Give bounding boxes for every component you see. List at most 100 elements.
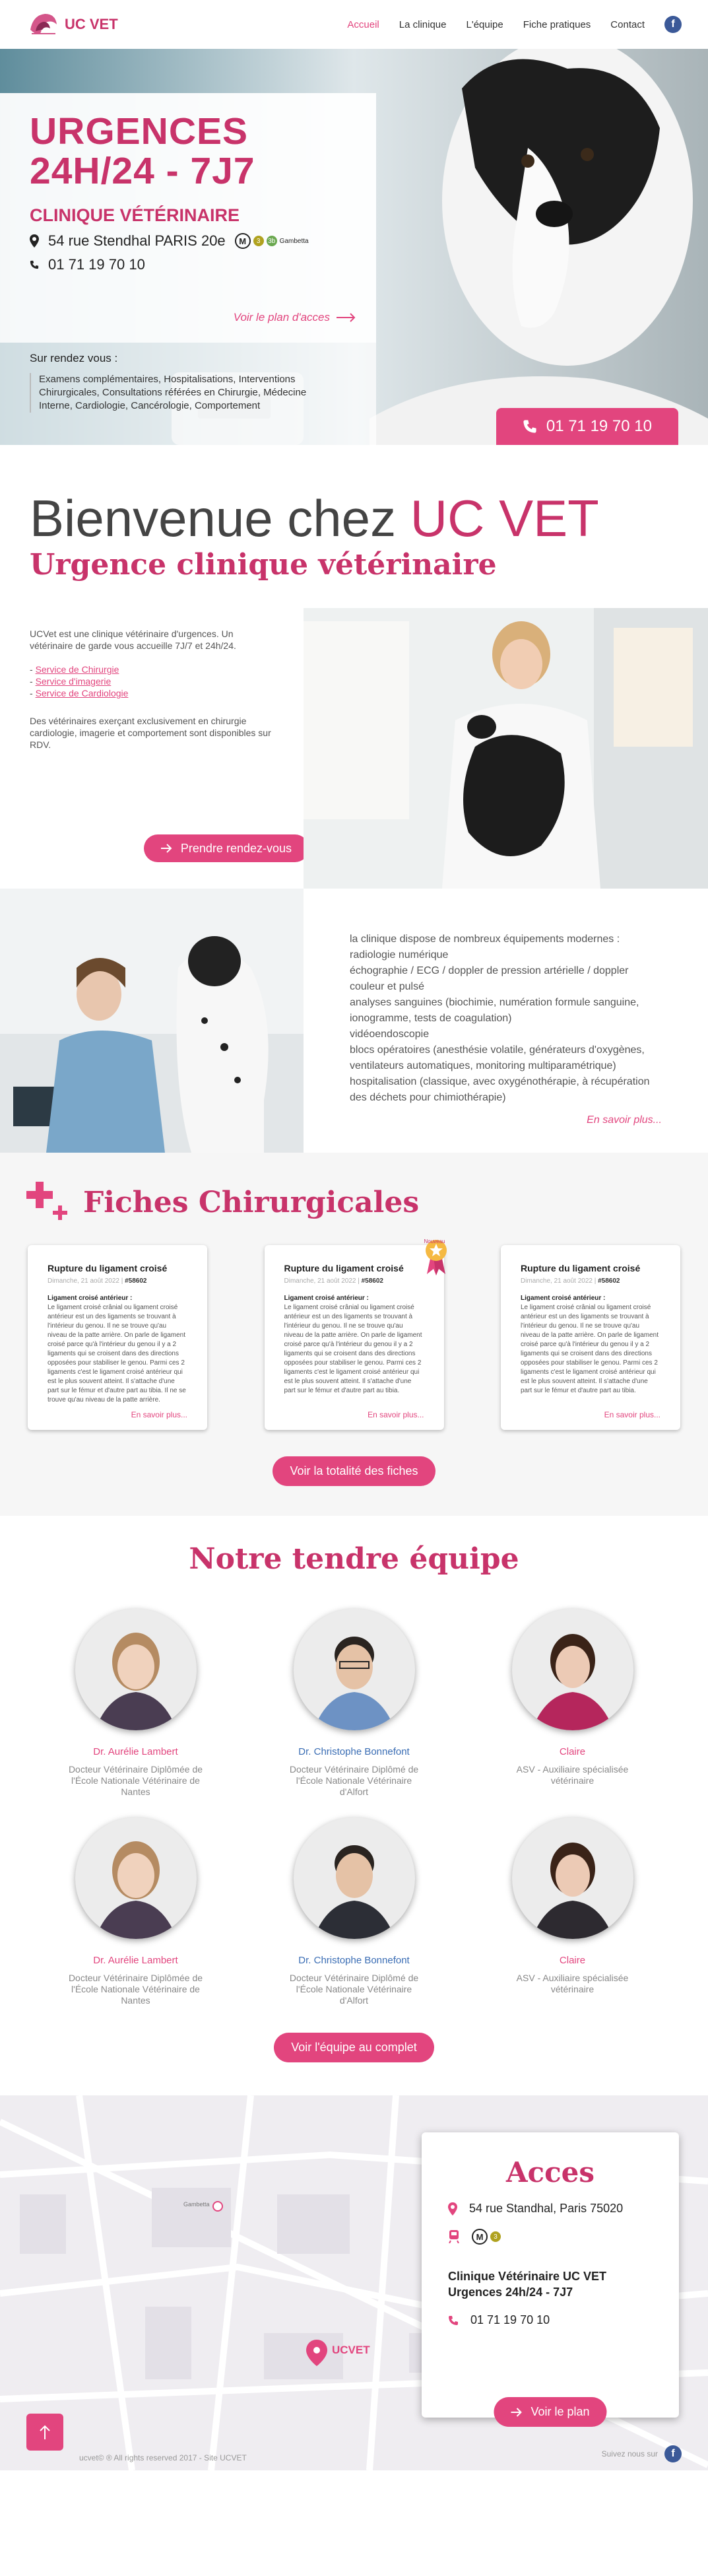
service-link-chirurgie[interactable]: Service de Chirurgie xyxy=(36,664,119,675)
plan-link[interactable]: Voir le plan d'acces xyxy=(234,311,356,324)
logo-icon xyxy=(30,14,57,34)
member-name: Dr. Aurélie Lambert xyxy=(93,1955,178,1966)
team-member[interactable]: Dr. Aurélie Lambert Docteur Vétérinaire … xyxy=(26,1817,245,2006)
fiche-subtitle: Ligament croisé antérieur : xyxy=(284,1295,369,1302)
equipment-line: vidéoendoscopie xyxy=(350,1029,430,1040)
hero-subtitle: CLINIQUE VÉTÉRINAIRE xyxy=(30,205,240,225)
phone-icon xyxy=(523,420,536,433)
intro-paragraph: UCVet est une clinique vétérinaire d'urg… xyxy=(30,628,236,651)
acces-phone-text[interactable]: 01 71 19 70 10 xyxy=(470,2313,550,2327)
welcome-section: Bienvenue chez UC VET Urgence clinique v… xyxy=(0,445,708,608)
arrow-right-icon xyxy=(337,313,356,322)
metro-line-3b: 3b xyxy=(266,236,277,246)
team-title: Notre tendre équipe xyxy=(189,1542,519,1576)
acces-card: Acces 54 rue Standhal, Paris 75020 M 3 C… xyxy=(422,2132,679,2427)
team-member[interactable]: Dr. Christophe Bonnefont Docteur Vétérin… xyxy=(245,1817,463,2006)
fiche-more-link[interactable]: En savoir plus... xyxy=(368,1410,424,1419)
footer-copyright: ucvet© ® All rights reserved 2017 - Site… xyxy=(79,2453,247,2462)
acces-clinic-name: Clinique Vétérinaire UC VET xyxy=(448,2270,607,2283)
fiche-title: Rupture du ligament croisé xyxy=(284,1263,404,1273)
equipment-more-link[interactable]: En savoir plus... xyxy=(350,1112,662,1128)
menu-item-fiches[interactable]: Fiche pratiques xyxy=(523,19,591,30)
medical-cross-icon xyxy=(26,1182,67,1220)
call-button-label: 01 71 19 70 10 xyxy=(546,417,652,435)
train-icon xyxy=(449,2230,459,2243)
arrow-right-icon xyxy=(160,844,172,853)
menu-item-accueil[interactable]: Accueil xyxy=(347,19,379,30)
call-button[interactable]: 01 71 19 70 10 xyxy=(496,408,678,445)
fiche-title: Rupture du ligament croisé xyxy=(48,1263,168,1273)
rdv-list: Examens complémentaires, Hospitalisation… xyxy=(30,373,333,413)
welcome-subtitle: Urgence clinique vétérinaire xyxy=(30,548,497,582)
team-member[interactable]: Dr. Christophe Bonnefont Docteur Vétérin… xyxy=(245,1609,463,1798)
intro-section: UCVet est une clinique vétérinaire d'urg… xyxy=(0,608,708,889)
fiche-card[interactable]: Nouveau Rupture du ligament croisé Diman… xyxy=(264,1238,447,1430)
hero-info-panel: URGENCES 24H/24 - 7J7 CLINIQUE VÉTÉRINAI… xyxy=(0,93,376,343)
member-desc: Docteur Vétérinaire Diplômé de l'École N… xyxy=(289,1764,419,1797)
fiche-body: Le ligament croisé crânial ou ligament c… xyxy=(521,1304,659,1394)
appointment-button[interactable]: Prendre rendez-vous xyxy=(143,834,309,862)
fiche-card[interactable]: Rupture du ligament croisé Dimanche, 21 … xyxy=(28,1245,207,1430)
hero-phone-text[interactable]: 01 71 19 70 10 xyxy=(48,256,145,273)
logo[interactable]: UC VET xyxy=(26,10,118,39)
intro-paragraph-2: Des vétérinaires exerçant exclusivement … xyxy=(30,716,271,750)
location-pin-icon xyxy=(30,234,39,248)
arrow-right-icon xyxy=(511,2407,522,2417)
logo-text: UC VET xyxy=(65,16,118,32)
location-pin-icon xyxy=(448,2202,457,2216)
facebook-icon[interactable]: f xyxy=(664,16,682,33)
avatar xyxy=(511,1817,633,1939)
team-member[interactable]: Claire ASV - Auxiliaire spécialisée vété… xyxy=(463,1817,682,2006)
metro-icon: M xyxy=(472,2229,488,2245)
footer: ucvet© ® All rights reserved 2017 - Site… xyxy=(0,2431,708,2470)
welcome-title-accent: UC VET xyxy=(410,489,599,547)
member-name: Claire xyxy=(559,1955,586,1966)
rdv-title: Sur rendez vous : xyxy=(30,352,118,364)
acces-section: Gambetta UCVET Acces 54 rue Standhal, Pa… xyxy=(0,2095,708,2470)
fiche-date-text: Dimanche, 21 août 2022 xyxy=(521,1277,593,1285)
fiche-subtitle: Ligament croisé antérieur : xyxy=(48,1295,133,1302)
hero-title-line2: 24H/24 - 7J7 xyxy=(30,150,255,192)
member-name: Dr. Aurélie Lambert xyxy=(93,1746,178,1757)
menu-item-clinique[interactable]: La clinique xyxy=(399,19,447,30)
hero-title-line1: URGENCES xyxy=(30,110,249,153)
service-link-cardiologie[interactable]: Service de Cardiologie xyxy=(36,688,129,698)
avatar xyxy=(511,1609,633,1730)
fiches-section: Fiches Chirurgicales Rupture du ligament… xyxy=(0,1153,708,1516)
fiche-card[interactable]: Rupture du ligament croisé Dimanche, 21 … xyxy=(501,1245,680,1430)
acces-title: Acces xyxy=(505,2156,595,2188)
avatar xyxy=(293,1817,415,1939)
fiche-tag: #58602 xyxy=(598,1277,620,1285)
all-fiches-button-label: Voir la totalité des fiches xyxy=(290,1464,418,1477)
fiche-more-link[interactable]: En savoir plus... xyxy=(131,1410,187,1419)
menu-item-contact[interactable]: Contact xyxy=(610,19,645,30)
fiche-date-text: Dimanche, 21 août 2022 xyxy=(48,1277,119,1285)
facebook-icon[interactable]: f xyxy=(664,2445,682,2462)
main-menu: Accueil La clinique L'équipe Fiche prati… xyxy=(347,16,682,33)
fiche-date: Dimanche, 21 août 2022 | #58602 xyxy=(284,1277,384,1285)
all-fiches-button[interactable]: Voir la totalité des fiches xyxy=(273,1456,435,1486)
member-name: Claire xyxy=(559,1746,586,1757)
team-section: Notre tendre équipe Dr. Aurélie Lambert … xyxy=(0,1516,708,2095)
plan-link-text[interactable]: Voir le plan d'acces xyxy=(234,311,330,324)
footer-social: Suivez nous sur f xyxy=(602,2445,682,2462)
metro-icon: M xyxy=(234,233,251,249)
menu-item-equipe[interactable]: L'équipe xyxy=(466,19,503,30)
fiche-more-link[interactable]: En savoir plus... xyxy=(604,1410,660,1419)
team-member[interactable]: Dr. Aurélie Lambert Docteur Vétérinaire … xyxy=(26,1609,245,1798)
team-member[interactable]: Claire ASV - Auxiliaire spécialisée vété… xyxy=(463,1609,682,1798)
acces-phone: 01 71 19 70 10 xyxy=(448,2313,653,2327)
acces-hours: Urgences 24h/24 - 7J7 xyxy=(448,2286,573,2299)
phone-icon xyxy=(449,2315,458,2325)
all-team-button[interactable]: Voir l'équipe au complet xyxy=(274,2033,434,2062)
equipment-section: la clinique dispose de nombreux équipeme… xyxy=(0,889,708,1153)
equipment-line: hospitalisation (classique, avec oxygéno… xyxy=(350,1076,650,1103)
plan-button[interactable]: Voir le plan xyxy=(494,2397,607,2427)
map-clinic-label: UCVET xyxy=(332,2344,370,2356)
metro-line-3: 3 xyxy=(490,2231,501,2242)
appointment-button-label: Prendre rendez-vous xyxy=(180,842,292,855)
equipment-line: blocs opératoires (anesthésie volatile, … xyxy=(350,1044,645,1071)
equipment-line: la clinique dispose de nombreux équipeme… xyxy=(350,933,620,945)
service-link-imagerie[interactable]: Service d'imagerie xyxy=(36,676,112,687)
avatar xyxy=(75,1817,197,1939)
